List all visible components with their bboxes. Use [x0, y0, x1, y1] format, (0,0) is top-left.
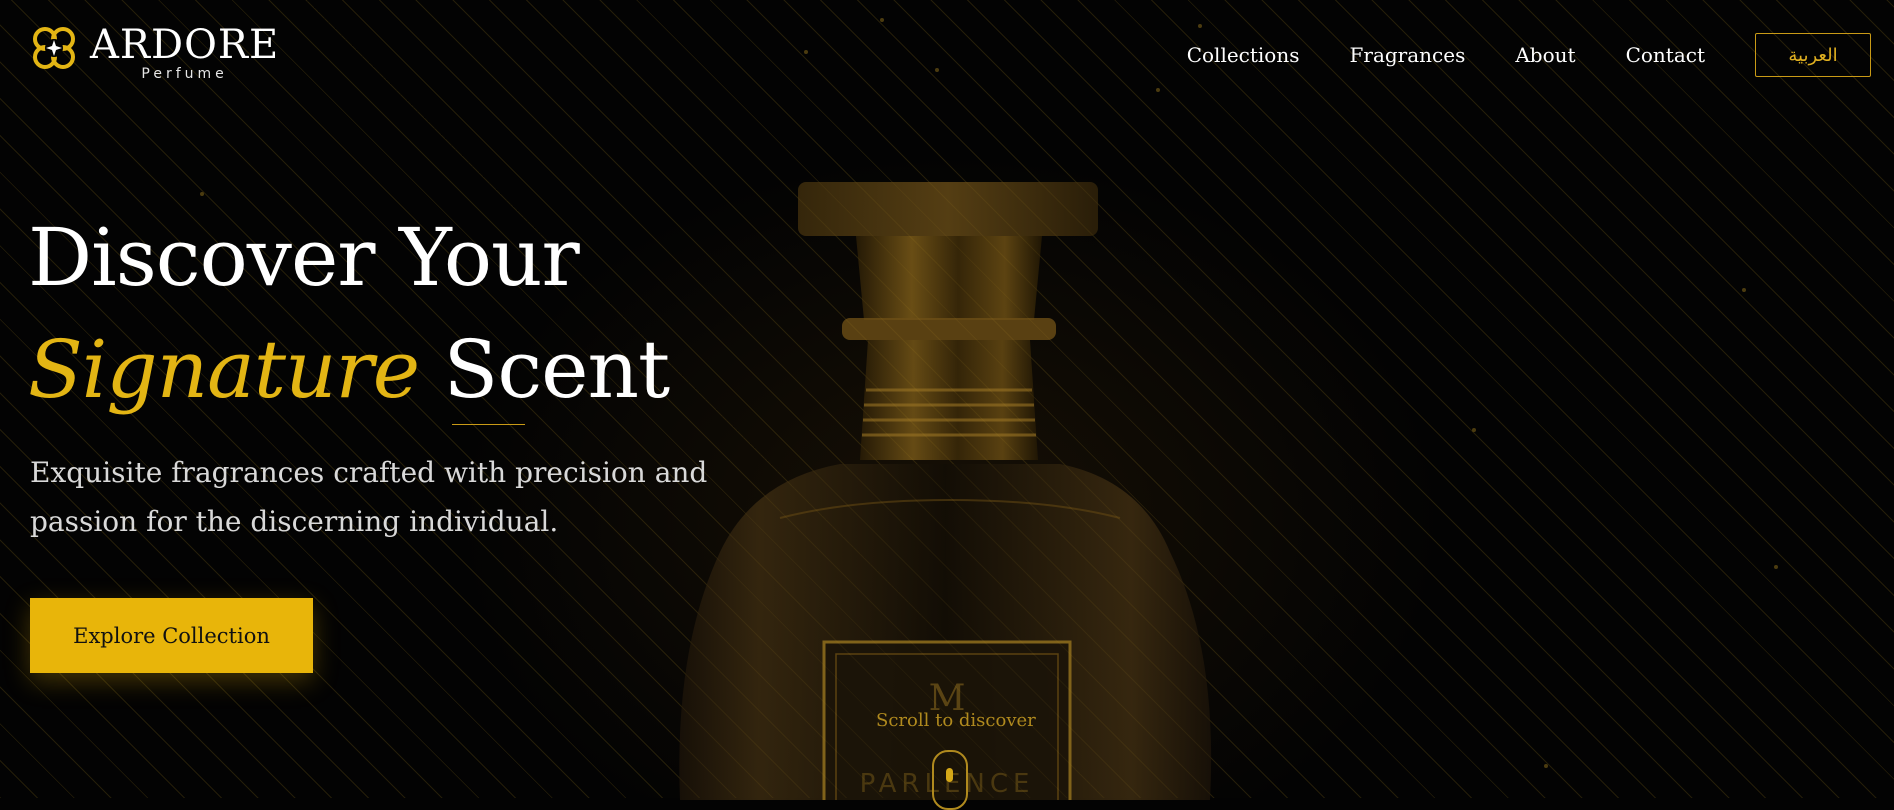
gold-speck	[200, 192, 204, 196]
hero-title-rest: Scent	[443, 323, 671, 416]
brand-name: ARDORE	[90, 22, 280, 68]
explore-collection-button[interactable]: Explore Collection	[30, 598, 313, 673]
gold-speck	[1472, 428, 1476, 432]
hero-title-line1: Discover Your	[28, 211, 580, 304]
hero-title: Discover Your Signature Scent	[28, 202, 671, 426]
nav-link-contact[interactable]: Contact	[1626, 32, 1705, 78]
scroll-hint-label: Scroll to discover	[876, 710, 1036, 731]
nav-link-about[interactable]: About	[1515, 32, 1575, 78]
nav-link-fragrances[interactable]: Fragrances	[1350, 32, 1466, 78]
language-toggle-button[interactable]: العربية	[1755, 33, 1871, 77]
mouse-wheel-icon	[946, 768, 953, 782]
title-underline-divider	[452, 424, 525, 425]
hero-description: Exquisite fragrances crafted with precis…	[30, 456, 708, 538]
main-nav: Collections Fragrances About Contact الع…	[1187, 32, 1894, 78]
gold-speck	[1774, 565, 1778, 569]
gold-speck	[1544, 764, 1548, 768]
logo-flower-icon	[33, 27, 75, 69]
gold-speck	[1742, 288, 1746, 292]
nav-link-collections[interactable]: Collections	[1187, 32, 1300, 78]
perfume-bottle-image: M PARLENCE	[679, 182, 1212, 800]
brand-subtitle: Perfume	[141, 66, 228, 82]
site-header: ARDORE Perfume Collections Fragrances Ab…	[0, 0, 1894, 110]
brand-logo[interactable]: ARDORE Perfume	[28, 22, 279, 88]
hero-title-accent: Signature	[28, 323, 420, 416]
scroll-mouse-icon[interactable]	[932, 750, 968, 810]
